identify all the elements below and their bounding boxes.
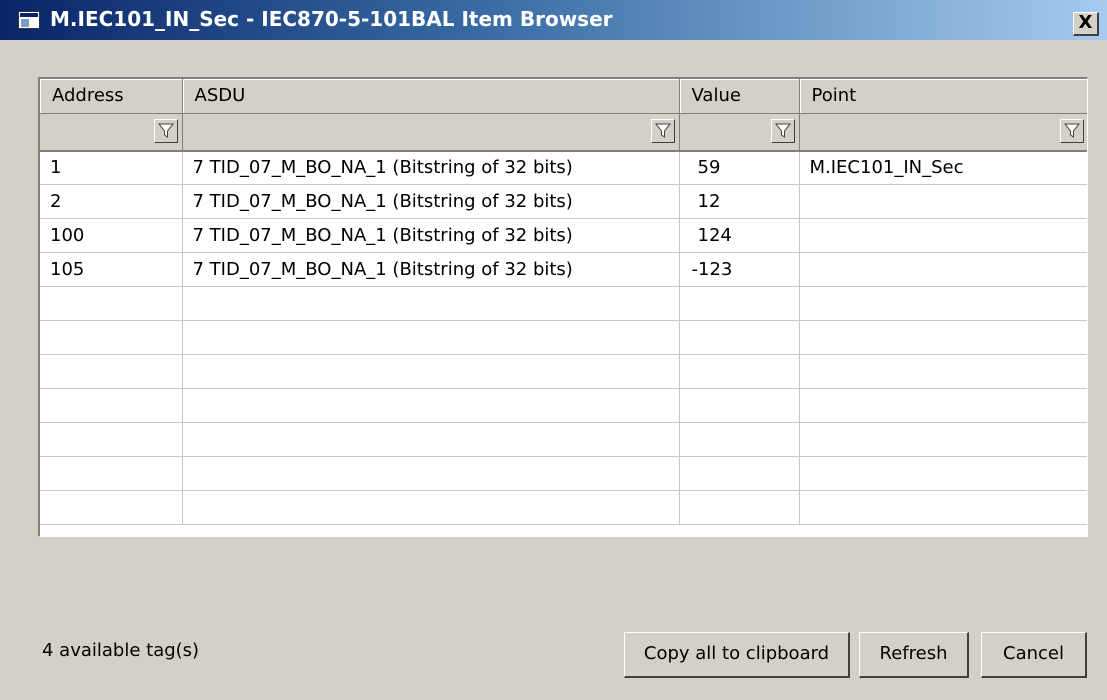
- filter-funnel-icon[interactable]: [650, 118, 675, 143]
- point-cell: [799, 184, 1087, 219]
- point-cell: M.IEC101_IN_Sec: [799, 150, 1087, 185]
- empty-cell: [679, 456, 800, 491]
- filter-cell-value[interactable]: [679, 113, 800, 152]
- empty-cell: [40, 456, 183, 491]
- filter-cell-asdu[interactable]: [182, 113, 680, 152]
- column-header-point[interactable]: Point: [799, 79, 1087, 114]
- asdu-cell: 7 TID_07_M_BO_NA_1 (Bitstring of 32 bits…: [182, 218, 680, 253]
- empty-rows: [40, 286, 1087, 525]
- empty-cell: [40, 388, 183, 423]
- empty-cell: [799, 422, 1087, 457]
- empty-table-row[interactable]: [40, 320, 1087, 355]
- value-cell: -123: [679, 252, 800, 287]
- point-cell: [799, 252, 1087, 287]
- empty-cell: [40, 286, 183, 321]
- point-cell: [799, 218, 1087, 253]
- column-header-address[interactable]: Address: [40, 79, 183, 114]
- filter-row: [40, 113, 1087, 152]
- filter-funnel-icon[interactable]: [770, 118, 795, 143]
- empty-cell: [182, 354, 680, 389]
- empty-table-row[interactable]: [40, 354, 1087, 389]
- column-header-asdu[interactable]: ASDU: [182, 79, 680, 114]
- table-row[interactable]: 2 7 TID_07_M_BO_NA_1 (Bitstring of 32 bi…: [40, 184, 1087, 219]
- empty-table-row[interactable]: [40, 422, 1087, 457]
- empty-cell: [679, 388, 800, 423]
- table-row[interactable]: 105 7 TID_07_M_BO_NA_1 (Bitstring of 32 …: [40, 252, 1087, 287]
- table-row[interactable]: 1 7 TID_07_M_BO_NA_1 (Bitstring of 32 bi…: [40, 150, 1087, 185]
- app-window-icon: [18, 11, 40, 29]
- empty-cell: [182, 490, 680, 525]
- empty-cell: [182, 320, 680, 355]
- empty-table-row[interactable]: [40, 286, 1087, 321]
- empty-table-row[interactable]: [40, 456, 1087, 491]
- copy-all-to-clipboard-button[interactable]: Copy all to clipboard: [624, 632, 850, 678]
- window-title: M.IEC101_IN_Sec - IEC870-5-101BAL Item B…: [50, 7, 613, 31]
- empty-cell: [799, 490, 1087, 525]
- empty-cell: [799, 320, 1087, 355]
- item-grid[interactable]: Address ASDU Value Point 1 7 TID_07_M_BO…: [38, 77, 1088, 537]
- value-cell: 124: [679, 218, 800, 253]
- empty-cell: [679, 320, 800, 355]
- address-cell: 100: [40, 218, 183, 253]
- table-row[interactable]: 100 7 TID_07_M_BO_NA_1 (Bitstring of 32 …: [40, 218, 1087, 253]
- address-cell: 105: [40, 252, 183, 287]
- filter-funnel-icon[interactable]: [1059, 118, 1084, 143]
- address-cell: 2: [40, 184, 183, 219]
- empty-cell: [799, 456, 1087, 491]
- header-row: Address ASDU Value Point: [40, 79, 1087, 114]
- empty-cell: [182, 388, 680, 423]
- empty-cell: [182, 456, 680, 491]
- empty-cell: [799, 354, 1087, 389]
- address-cell: 1: [40, 150, 183, 185]
- cancel-button[interactable]: Cancel: [981, 632, 1087, 678]
- filter-funnel-icon[interactable]: [153, 118, 178, 143]
- empty-cell: [40, 354, 183, 389]
- empty-cell: [40, 422, 183, 457]
- empty-cell: [679, 354, 800, 389]
- asdu-cell: 7 TID_07_M_BO_NA_1 (Bitstring of 32 bits…: [182, 184, 680, 219]
- empty-cell: [799, 388, 1087, 423]
- close-button[interactable]: X: [1073, 12, 1099, 36]
- title-bar[interactable]: M.IEC101_IN_Sec - IEC870-5-101BAL Item B…: [0, 0, 1107, 40]
- refresh-button[interactable]: Refresh: [859, 632, 969, 678]
- empty-cell: [679, 490, 800, 525]
- value-cell: 12: [679, 184, 800, 219]
- value-cell: 59: [679, 150, 800, 185]
- filter-cell-address[interactable]: [40, 113, 183, 152]
- status-text: 4 available tag(s): [42, 640, 200, 661]
- empty-cell: [182, 286, 680, 321]
- empty-table-row[interactable]: [40, 490, 1087, 525]
- filter-cell-point[interactable]: [799, 113, 1087, 152]
- asdu-cell: 7 TID_07_M_BO_NA_1 (Bitstring of 32 bits…: [182, 150, 680, 185]
- asdu-cell: 7 TID_07_M_BO_NA_1 (Bitstring of 32 bits…: [182, 252, 680, 287]
- empty-cell: [679, 422, 800, 457]
- empty-cell: [40, 320, 183, 355]
- empty-cell: [679, 286, 800, 321]
- empty-table-row[interactable]: [40, 388, 1087, 423]
- empty-cell: [799, 286, 1087, 321]
- item-table: Address ASDU Value Point 1 7 TID_07_M_BO…: [40, 79, 1087, 525]
- column-header-value[interactable]: Value: [679, 79, 800, 114]
- empty-cell: [182, 422, 680, 457]
- empty-cell: [40, 490, 183, 525]
